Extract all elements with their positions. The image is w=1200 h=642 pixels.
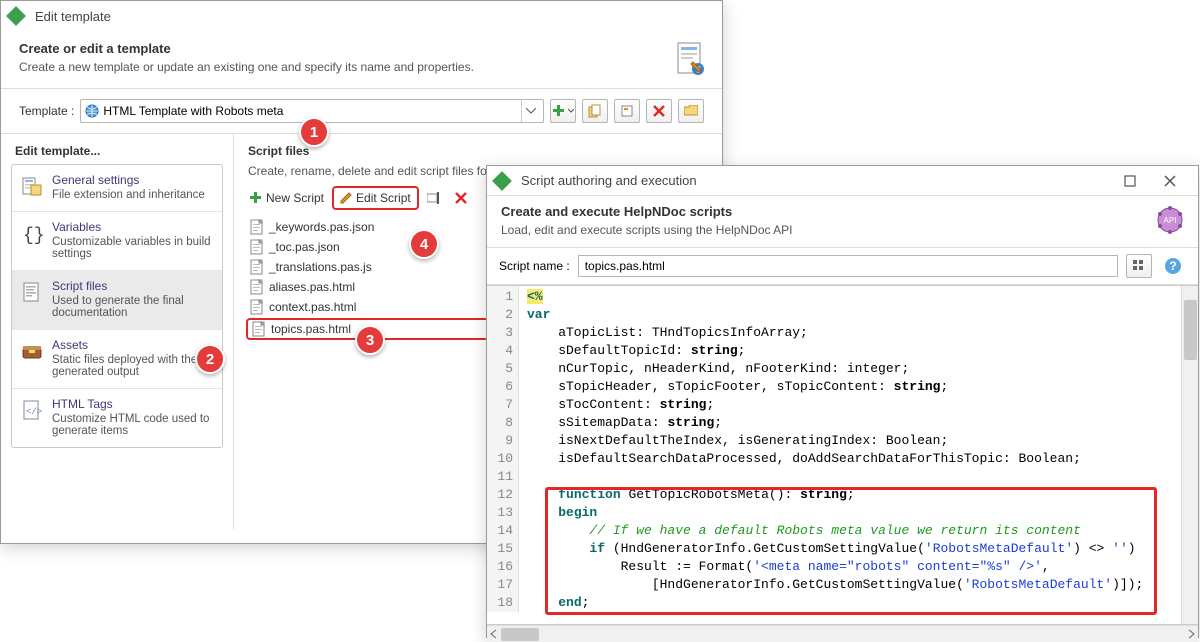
rename-template-button[interactable] <box>614 99 640 123</box>
chevron-down-icon[interactable] <box>521 100 539 122</box>
template-row: Template : HTML Template with Robots met… <box>1 89 722 134</box>
sidebar-item-title: HTML Tags <box>52 397 214 411</box>
help-icon: ? <box>1164 257 1182 275</box>
sidebar-item-general-settings[interactable]: General settings File extension and inher… <box>12 165 222 212</box>
sidebar-icon: </> <box>20 397 44 437</box>
sidebar-item-desc: Static files deployed with the generated… <box>52 354 214 378</box>
edit-script-button[interactable]: Edit Script <box>332 186 419 210</box>
script-header: Create and execute HelpNDoc scripts Load… <box>487 196 1198 248</box>
titlebar[interactable]: Edit template <box>1 1 722 31</box>
template-doc-icon: T <box>676 41 704 75</box>
copy-template-button[interactable] <box>582 99 608 123</box>
script-authoring-window: Script authoring and execution Create an… <box>486 165 1199 638</box>
build-script-button[interactable] <box>1126 254 1152 278</box>
sidebar-item-assets[interactable]: Assets Static files deployed with the gen… <box>12 330 222 389</box>
scroll-right-icon[interactable] <box>1186 629 1196 639</box>
sidebar-item-variables[interactable]: {} Variables Customizable variables in bui… <box>12 212 222 271</box>
svg-text:{}: {} <box>23 226 43 244</box>
script-name-input[interactable] <box>578 255 1118 277</box>
sidebar-item-desc: File extension and inheritance <box>52 189 205 201</box>
sidebar-item-desc: Customizable variables in build settings <box>52 236 214 260</box>
file-name: topics.pas.html <box>271 322 351 336</box>
step-badge-3: 3 <box>355 325 385 355</box>
globe-icon <box>85 104 99 118</box>
sidebar-item-title: Script files <box>52 279 214 293</box>
rename-script-button[interactable] <box>421 186 447 210</box>
script-titlebar[interactable]: Script authoring and execution <box>487 166 1198 196</box>
script-name-row: Script name : ? <box>487 248 1198 285</box>
header-strip: Create or edit a template Create a new t… <box>1 31 722 89</box>
file-name: _translations.pas.js <box>269 260 372 274</box>
window-title: Edit template <box>35 9 111 24</box>
file-name: _keywords.pas.json <box>269 220 374 234</box>
plus-icon <box>250 192 262 204</box>
file-name: context.pas.html <box>269 300 356 314</box>
script-header-sub: Load, edit and execute scripts using the… <box>501 223 1184 237</box>
sidebar-item-title: General settings <box>52 173 205 187</box>
rename-icon <box>427 192 441 204</box>
edit-script-label: Edit Script <box>356 191 411 205</box>
side-list: General settings File extension and inher… <box>11 164 223 448</box>
sidebar-item-html-tags[interactable]: </> HTML Tags Customize HTML code used to … <box>12 389 222 447</box>
vertical-scrollbar[interactable] <box>1181 286 1198 624</box>
svg-text:?: ? <box>1169 259 1176 273</box>
delete-template-button[interactable] <box>646 99 672 123</box>
header-title: Create or edit a template <box>19 41 704 56</box>
add-template-button[interactable] <box>550 99 576 123</box>
svg-text:</>: </> <box>26 407 42 417</box>
script-name-label: Script name : <box>499 259 570 273</box>
pencil-icon <box>340 192 352 204</box>
sidebar-item-script-files[interactable]: Script files Used to generate the final d… <box>12 271 222 330</box>
help-button[interactable]: ? <box>1160 254 1186 278</box>
left-col-title: Edit template... <box>11 144 223 158</box>
app-icon <box>6 6 26 26</box>
delete-x-icon <box>455 192 467 204</box>
grid-icon <box>1132 259 1146 273</box>
template-value: HTML Template with Robots meta <box>103 104 517 118</box>
step-badge-4: 4 <box>409 229 439 259</box>
sidebar-icon <box>20 338 44 378</box>
scroll-left-icon[interactable] <box>489 629 499 639</box>
new-script-button[interactable]: New Script <box>244 186 330 210</box>
script-header-title: Create and execute HelpNDoc scripts <box>501 204 1184 219</box>
open-folder-button[interactable] <box>678 99 704 123</box>
close-button[interactable] <box>1150 168 1190 194</box>
sidebar-item-desc: Used to generate the final documentation <box>52 295 214 319</box>
sidebar-icon <box>20 173 44 201</box>
sidebar-item-title: Variables <box>52 220 214 234</box>
api-gear-icon: API <box>1156 206 1184 234</box>
script-window-title: Script authoring and execution <box>521 173 697 188</box>
sidebar-icon <box>20 279 44 319</box>
file-name: _toc.pas.json <box>269 240 340 254</box>
step-badge-2: 2 <box>195 344 225 374</box>
file-name: aliases.pas.html <box>269 280 355 294</box>
new-script-label: New Script <box>266 191 324 205</box>
app-icon <box>492 171 512 191</box>
maximize-button[interactable] <box>1110 168 1150 194</box>
step-badge-1: 1 <box>299 117 329 147</box>
code-content[interactable]: <%var aTopicList: THndTopicsInfoArray; s… <box>519 286 1198 612</box>
line-gutter: 123456789101112131415161718 <box>487 286 519 612</box>
header-subtitle: Create a new template or update an exist… <box>19 60 704 74</box>
sidebar-item-title: Assets <box>52 338 214 352</box>
sidebar-icon: {} <box>20 220 44 260</box>
svg-text:API: API <box>1164 216 1177 225</box>
code-editor[interactable]: 123456789101112131415161718 <%var aTopic… <box>487 285 1198 625</box>
template-label: Template : <box>19 104 74 118</box>
sidebar-item-desc: Customize HTML code used to generate ite… <box>52 413 214 437</box>
delete-script-button[interactable] <box>449 186 473 210</box>
horizontal-scrollbar[interactable] <box>487 625 1198 642</box>
